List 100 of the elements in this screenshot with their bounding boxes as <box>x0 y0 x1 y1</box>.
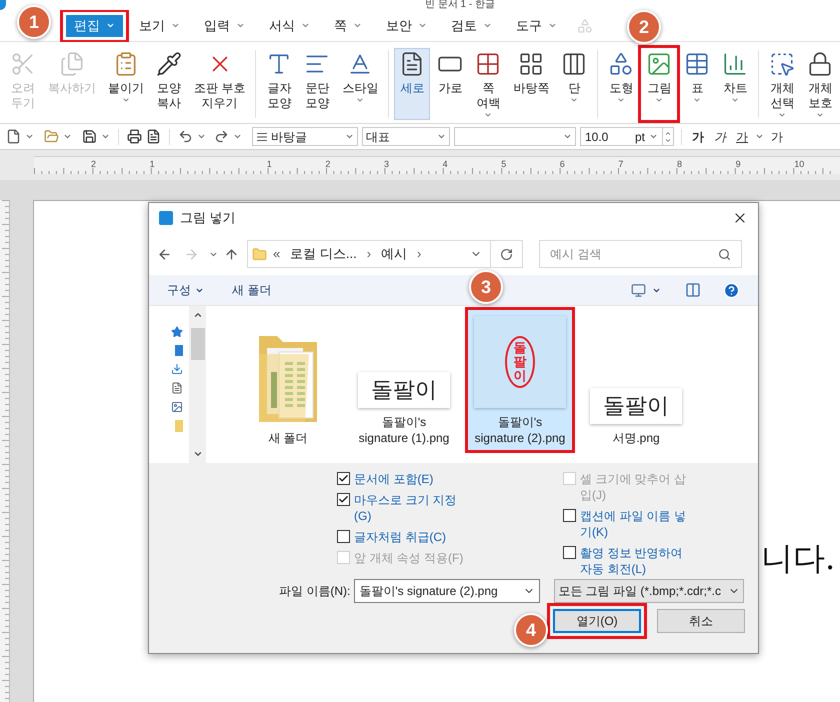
app-logo-icon <box>0 0 6 10</box>
copy-icon <box>59 51 85 77</box>
menu-tab[interactable]: 입력 <box>196 14 253 36</box>
caret-icon <box>418 21 427 30</box>
organize-button[interactable]: 구성 <box>167 281 204 299</box>
ribbon-button[interactable]: 단 <box>556 48 592 120</box>
scroll-thumb[interactable] <box>190 328 204 360</box>
new-folder-button[interactable]: 새 폴더 <box>232 281 272 299</box>
char-format-button[interactable]: 가 <box>733 128 751 146</box>
caret-icon <box>101 132 110 141</box>
address-bar[interactable]: « 로컬 디스... › 예시 › <box>247 240 523 268</box>
ribbon-button[interactable]: 그림 <box>641 48 678 120</box>
caret-icon <box>63 132 72 141</box>
ribbon-button[interactable]: 조판 부호 지우기 <box>189 48 250 120</box>
margin-icon <box>475 51 502 77</box>
caret-icon <box>483 21 492 30</box>
ruler-number: 4 <box>442 158 448 171</box>
refresh-icon[interactable] <box>500 248 513 260</box>
picture-icon <box>171 401 183 413</box>
search-icon <box>718 248 731 260</box>
up-icon[interactable] <box>224 246 239 262</box>
ribbon-button[interactable]: 가로 <box>432 48 468 120</box>
option-label: 문서에 포함(E) <box>354 471 434 487</box>
menu-tab[interactable]: 쪽 <box>326 14 370 36</box>
ribbon-button[interactable]: 개체 보호 <box>802 48 838 120</box>
pipette-icon <box>156 51 182 77</box>
scrollbar[interactable] <box>189 306 206 463</box>
ribbon-button[interactable]: 도형 <box>603 48 640 120</box>
table-icon <box>684 51 710 77</box>
ribbon-button[interactable]: 글자 모양 <box>261 48 298 120</box>
open-button[interactable]: 열기(O) <box>553 609 641 633</box>
char-format-button[interactable]: 가 <box>768 128 786 146</box>
view-icon[interactable] <box>631 282 646 298</box>
stamp-text: 돌팔이 <box>514 340 526 384</box>
path-segment[interactable]: 로컬 디스... <box>290 244 357 264</box>
file-item[interactable]: 돌팔이 돌팔이's signature (2).png <box>468 310 572 450</box>
picture-icon <box>646 51 672 77</box>
document-icon[interactable] <box>146 129 161 144</box>
new-file-icon[interactable] <box>6 129 21 144</box>
char-format-button[interactable]: 가 <box>689 128 707 146</box>
open-folder-icon[interactable] <box>44 129 59 144</box>
checkbox[interactable] <box>337 530 350 543</box>
menu-tab[interactable]: 편집 <box>66 14 123 36</box>
menu-tab[interactable]: 검토 <box>443 14 500 36</box>
path-separator[interactable]: › <box>366 244 372 264</box>
save-icon[interactable] <box>82 129 97 144</box>
check-icon <box>338 473 349 484</box>
checkbox[interactable] <box>563 509 576 522</box>
filename-field[interactable]: 돌팔이's signature (2).png <box>354 579 540 603</box>
file-item[interactable]: 새 폴더 <box>236 310 340 450</box>
scroll-down-icon[interactable] <box>192 449 202 459</box>
spin-down-icon[interactable] <box>664 136 672 144</box>
search-field[interactable]: 예시 검색 <box>539 240 742 268</box>
path-segment[interactable]: 예시 <box>381 244 408 264</box>
overflow-chevron[interactable]: « <box>273 244 280 264</box>
checkbox[interactable] <box>337 472 350 485</box>
menu-tab[interactable]: 보기 <box>131 14 188 36</box>
file-item[interactable]: 돌팔이 돌팔이's signature (1).png <box>352 310 456 450</box>
ribbon-button[interactable]: 쪽 여백 <box>470 48 506 120</box>
spin-up-icon[interactable] <box>664 130 672 136</box>
ribbon-button[interactable]: 개체 선택 <box>764 48 800 120</box>
preview-pane-icon[interactable] <box>685 282 701 298</box>
path-separator[interactable]: › <box>417 244 422 264</box>
columns-icon <box>561 51 588 77</box>
checkbox[interactable] <box>337 493 350 506</box>
ribbon-button[interactable]: 모양 복사 <box>151 48 187 120</box>
ruler-number: 7 <box>618 158 624 171</box>
caret-icon <box>25 132 34 141</box>
ribbon-button[interactable]: 표 <box>679 48 716 120</box>
ruler-number: 10 <box>794 158 804 171</box>
cancel-button[interactable]: 취소 <box>657 609 745 633</box>
ribbon-button[interactable]: 바탕쪽 <box>508 48 554 120</box>
font-language-combo[interactable]: 대표 <box>362 127 450 146</box>
document-text: 니다. <box>761 539 836 577</box>
menu-tab[interactable]: 도구 <box>508 14 565 36</box>
char-format-button[interactable]: 가 <box>711 128 729 146</box>
option-label: 마우스로 크기 지정 (G) <box>354 492 457 524</box>
menu-tab[interactable]: 보안 <box>378 14 435 36</box>
ruler-number: 1 <box>266 158 272 171</box>
caret-icon <box>570 96 578 104</box>
file-name: 돌팔이's signature (2).png <box>474 414 566 446</box>
file-item[interactable]: 돌팔이 서명.png <box>584 310 688 450</box>
ribbon-button[interactable]: 차트 <box>717 48 754 120</box>
print-icon[interactable] <box>127 129 142 144</box>
style-combo[interactable]: 바탕글 <box>252 127 358 146</box>
ribbon-button[interactable]: 스타일 <box>337 48 384 120</box>
undo-icon[interactable] <box>178 129 193 144</box>
redo-icon[interactable] <box>214 129 229 144</box>
file-type-dropdown[interactable]: 모든 그림 파일 (*.bmp;*.cdr;*.c <box>554 579 744 603</box>
ribbon-button[interactable]: 붙이기 <box>103 48 149 120</box>
file-name: 돌팔이's signature (1).png <box>358 414 450 446</box>
ribbon-button[interactable]: 문단 모양 <box>299 48 336 120</box>
checkbox[interactable] <box>563 546 576 559</box>
menu-tab[interactable]: 서식 <box>261 14 318 36</box>
option-label: 글자처럼 취급(C) <box>354 529 446 545</box>
back-icon[interactable] <box>157 246 172 262</box>
scroll-up-icon[interactable] <box>192 310 202 320</box>
help-icon[interactable] <box>723 282 740 298</box>
ribbon-button[interactable]: 세로 <box>394 48 430 120</box>
font-size-field[interactable]: 10.0 pt <box>580 127 674 146</box>
